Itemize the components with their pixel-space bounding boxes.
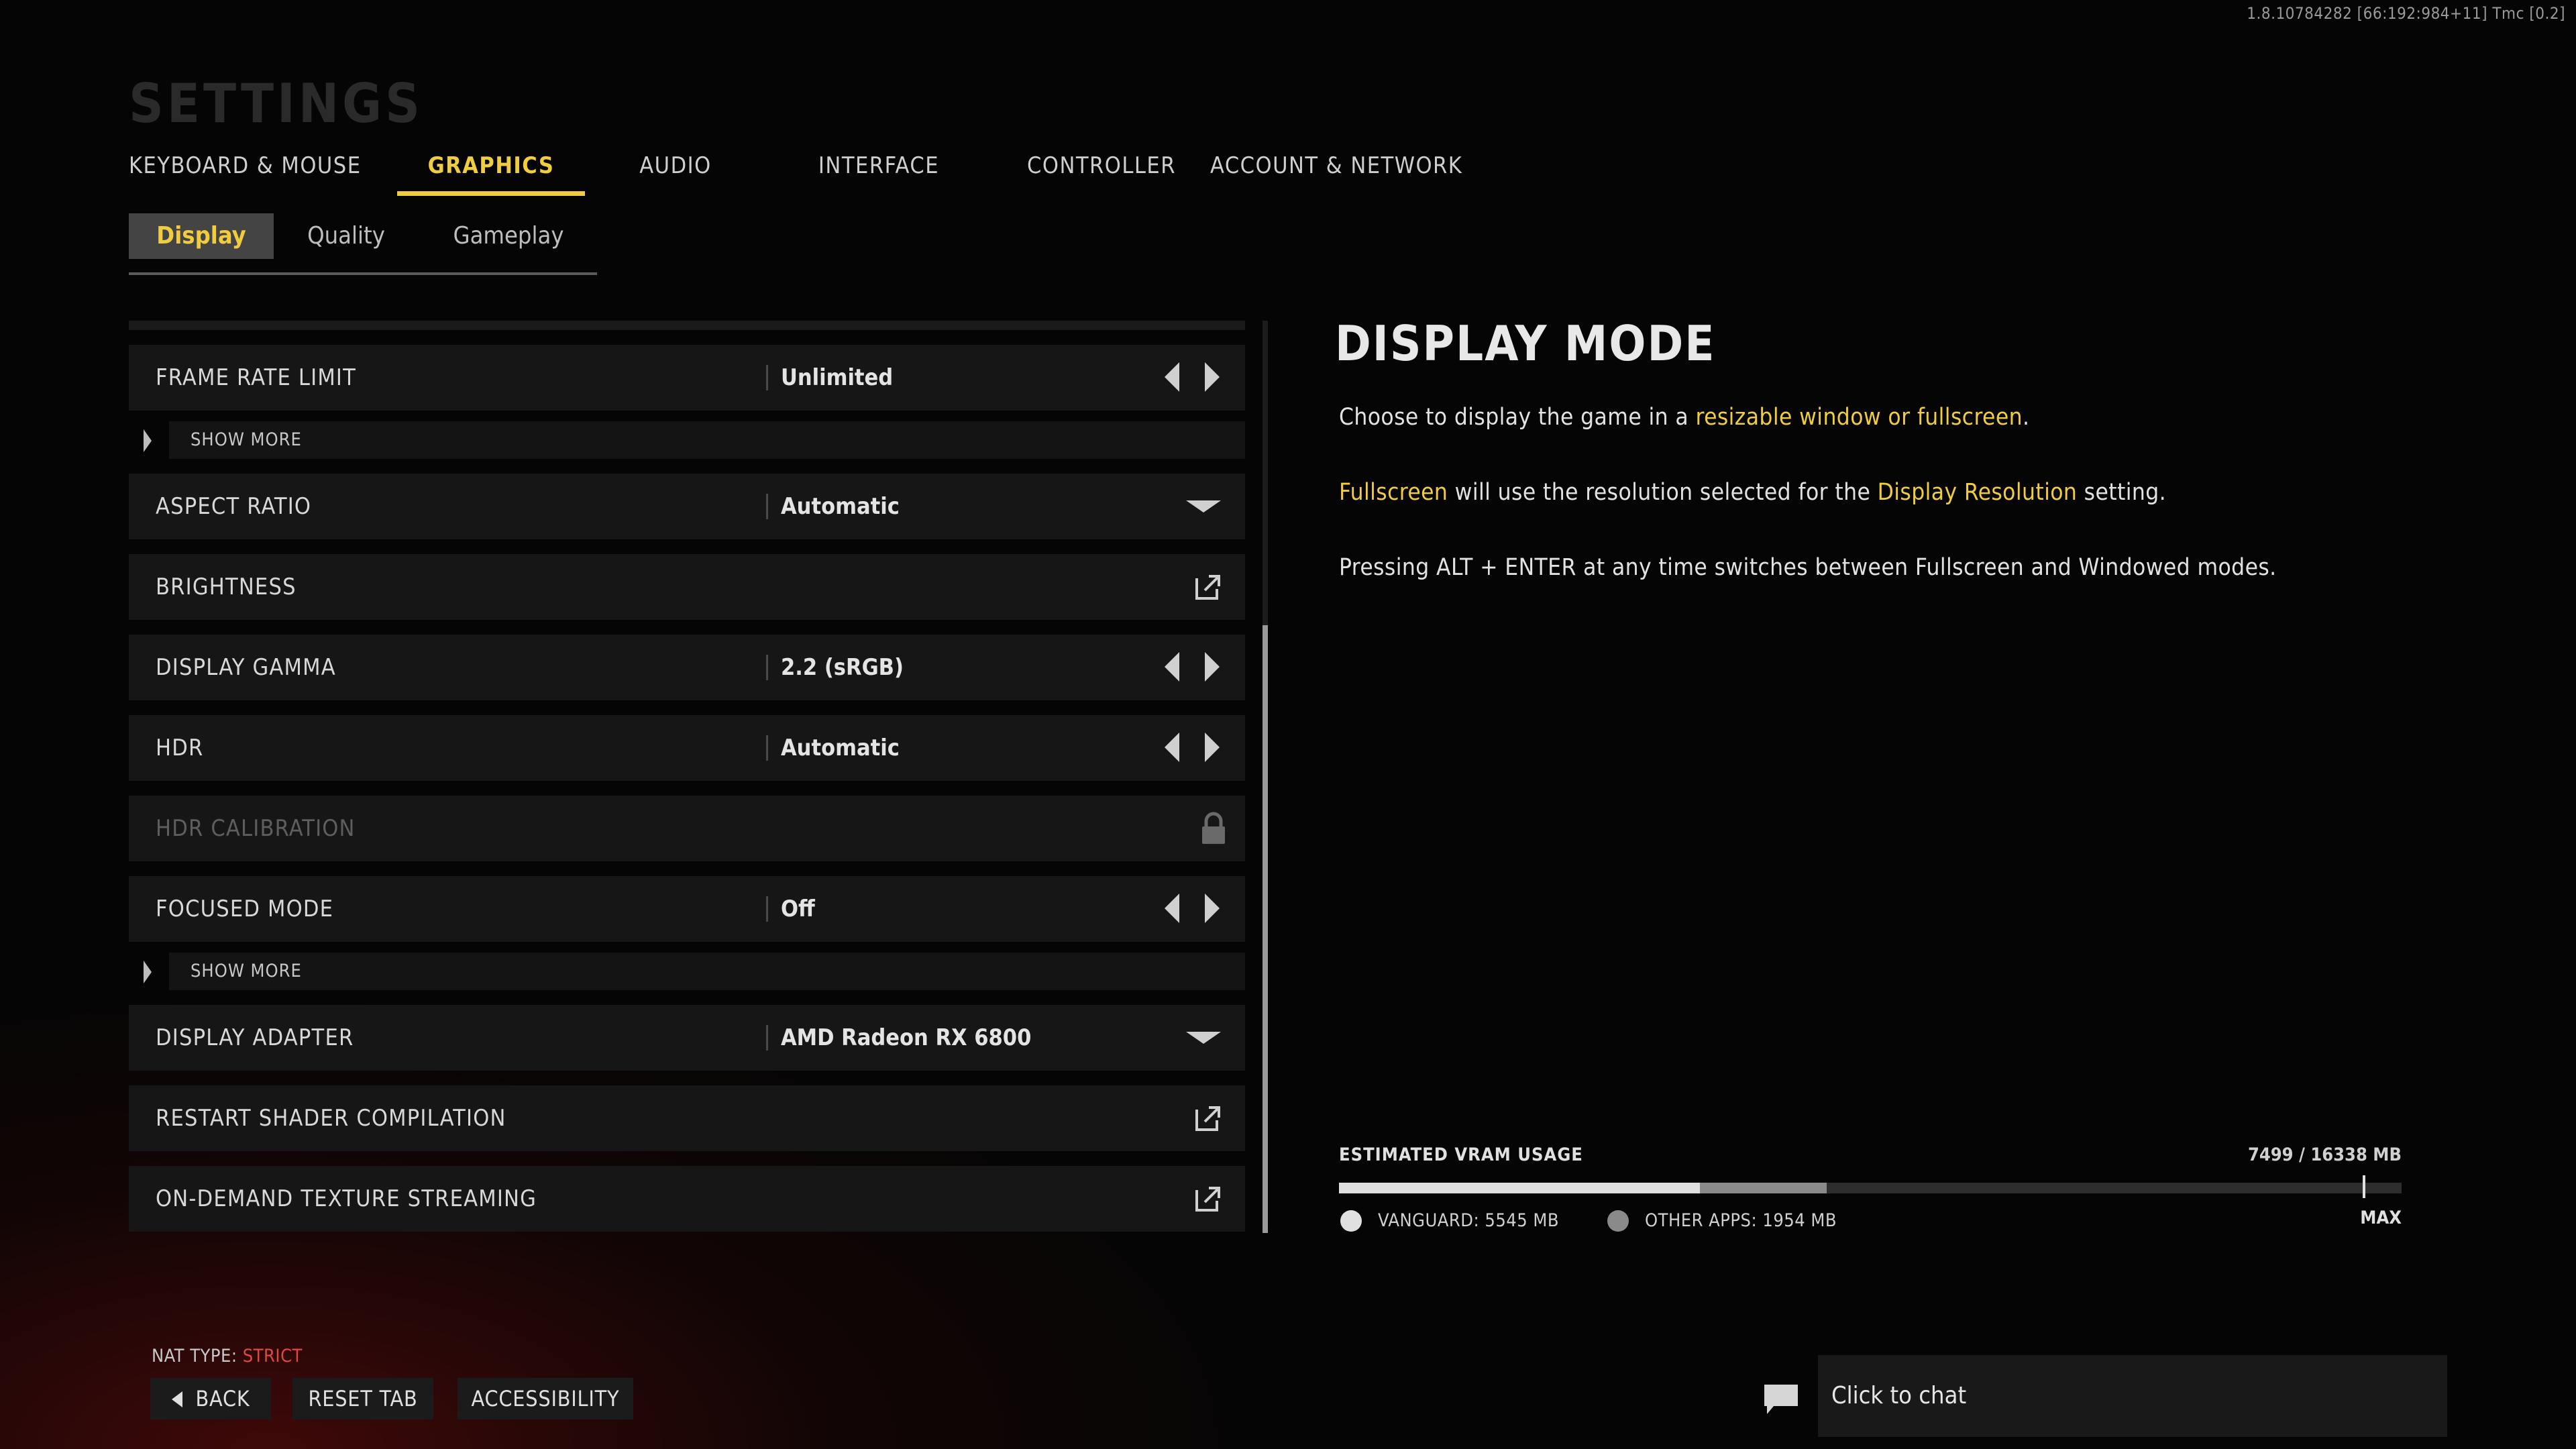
external-link-icon[interactable] — [1194, 1104, 1222, 1132]
chevron-left-icon[interactable] — [1165, 894, 1179, 923]
external-link-icon[interactable] — [1194, 1185, 1222, 1213]
setting-value: Automatic — [781, 735, 900, 761]
setting-label: DISPLAY GAMMA — [156, 654, 336, 681]
chat-placeholder: Click to chat — [1831, 1382, 1967, 1409]
setting-label: DISPLAY ADAPTER — [156, 1024, 354, 1051]
description-paragraph-2: Fullscreen will use the resolution selec… — [1339, 479, 2167, 506]
chevron-left-icon[interactable] — [1165, 733, 1179, 762]
tab-keyboard-mouse[interactable]: KEYBOARD & MOUSE — [129, 149, 360, 196]
accessibility-button[interactable]: ACCESSIBILITY — [458, 1378, 633, 1419]
description-paragraph-3: Pressing ALT + ENTER at any time switche… — [1339, 554, 2277, 581]
vanguard-legend-dot — [1340, 1210, 1362, 1232]
setting-hdr-calibration: HDR CALIBRATION — [129, 796, 1245, 861]
setting-label: BRIGHTNESS — [156, 574, 297, 600]
tab-account-network[interactable]: ACCOUNT & NETWORK — [1210, 149, 1462, 196]
sub-tabs: Display Quality Gameplay — [129, 213, 597, 275]
tab-graphics[interactable]: GRAPHICS — [397, 149, 585, 196]
vram-usage-bar — [1339, 1183, 2402, 1193]
setting-label: RESTART SHADER COMPILATION — [156, 1105, 506, 1132]
setting-value: AMD Radeon RX 6800 — [781, 1024, 1032, 1051]
back-arrow-icon — [172, 1391, 182, 1407]
setting-on-demand-texture-streaming[interactable]: ON-DEMAND TEXTURE STREAMING — [129, 1166, 1245, 1232]
setting-label: ON-DEMAND TEXTURE STREAMING — [156, 1185, 537, 1212]
setting-hdr[interactable]: HDR Automatic — [129, 715, 1245, 781]
subtab-gameplay[interactable]: Gameplay — [429, 213, 588, 259]
back-button[interactable]: BACK — [150, 1378, 271, 1419]
chevron-right-icon[interactable] — [1205, 733, 1220, 762]
vram-max-marker — [2363, 1175, 2365, 1198]
divider — [766, 655, 768, 680]
description-title: DISPLAY MODE — [1335, 315, 1716, 372]
main-tabs: KEYBOARD & MOUSE GRAPHICS AUDIO INTERFAC… — [129, 149, 1470, 196]
chat-input-box[interactable]: Click to chat — [1818, 1355, 2447, 1437]
vram-usage-value: 7499 / 16338 MB — [2247, 1144, 2402, 1165]
nat-type-value: STRICT — [242, 1346, 303, 1366]
lock-icon — [1202, 812, 1225, 844]
setting-value: 2.2 (sRGB) — [781, 654, 904, 681]
reset-tab-button[interactable]: RESET TAB — [292, 1378, 433, 1419]
chevron-right-icon[interactable] — [1205, 894, 1220, 923]
list-top-edge — [129, 321, 1245, 330]
show-more-toggle[interactable]: SHOW MORE — [129, 421, 1245, 459]
setting-aspect-ratio[interactable]: ASPECT RATIO Automatic — [129, 474, 1245, 539]
vanguard-legend-label: VANGUARD: 5545 MB — [1378, 1210, 1560, 1231]
show-more-label: SHOW MORE — [191, 961, 302, 981]
setting-label: FOCUSED MODE — [156, 896, 334, 922]
tab-interface[interactable]: INTERFACE — [800, 149, 958, 196]
divider — [766, 494, 768, 519]
page-title: SETTINGS — [129, 72, 423, 135]
expand-triangle-icon — [144, 961, 152, 983]
other-apps-legend-label: OTHER APPS: 1954 MB — [1645, 1210, 1837, 1231]
setting-value: Automatic — [781, 493, 900, 520]
divider — [766, 1025, 768, 1051]
chevron-right-icon[interactable] — [1205, 652, 1220, 682]
show-more-bar — [169, 421, 1245, 459]
tab-audio[interactable]: AUDIO — [619, 149, 733, 196]
highlight-text: Fullscreen — [1339, 479, 1448, 506]
description-paragraph-1: Choose to display the game in a resizabl… — [1339, 404, 2030, 431]
nat-type: NAT TYPE: STRICT — [152, 1346, 303, 1366]
dropdown-caret-icon[interactable] — [1186, 1032, 1221, 1044]
setting-restart-shader-compilation[interactable]: RESTART SHADER COMPILATION — [129, 1085, 1245, 1151]
setting-brightness[interactable]: BRIGHTNESS — [129, 554, 1245, 620]
show-more-toggle[interactable]: SHOW MORE — [129, 953, 1245, 990]
back-label: BACK — [195, 1386, 250, 1411]
vram-vanguard-fill — [1339, 1183, 1700, 1193]
build-info: 1.8.10784282 [66:192:984+11] Tmc [0.2] — [2247, 4, 2565, 23]
vram-max-label: MAX — [2360, 1208, 2402, 1228]
setting-value: Unlimited — [781, 364, 894, 391]
highlight-text: Display Resolution — [1877, 479, 2078, 506]
setting-label: HDR CALIBRATION — [156, 815, 356, 842]
show-more-label: SHOW MORE — [191, 429, 302, 450]
show-more-bar — [169, 953, 1245, 990]
subtab-quality[interactable]: Quality — [287, 213, 405, 259]
chevron-left-icon[interactable] — [1165, 362, 1179, 392]
dropdown-caret-icon[interactable] — [1186, 500, 1221, 513]
setting-focused-mode[interactable]: FOCUSED MODE Off — [129, 876, 1245, 942]
scrollbar-thumb[interactable] — [1263, 625, 1268, 1233]
setting-display-adapter[interactable]: DISPLAY ADAPTER AMD Radeon RX 6800 — [129, 1005, 1245, 1071]
divider — [766, 896, 768, 922]
setting-value: Off — [781, 896, 815, 922]
subtab-display[interactable]: Display — [129, 213, 274, 259]
chevron-right-icon[interactable] — [1205, 362, 1220, 392]
vram-other-fill — [1699, 1183, 1827, 1193]
divider — [766, 365, 768, 390]
chat-icon[interactable] — [1763, 1383, 1799, 1415]
setting-label: ASPECT RATIO — [156, 493, 312, 520]
setting-display-gamma[interactable]: DISPLAY GAMMA 2.2 (sRGB) — [129, 635, 1245, 700]
expand-triangle-icon — [144, 429, 152, 452]
highlight-text: resizable window or fullscreen — [1695, 404, 2023, 431]
tab-controller[interactable]: CONTROLLER — [1006, 149, 1197, 196]
other-apps-legend-dot — [1607, 1210, 1629, 1232]
chevron-left-icon[interactable] — [1165, 652, 1179, 682]
external-link-icon[interactable] — [1194, 573, 1222, 601]
setting-frame-rate-limit[interactable]: FRAME RATE LIMIT Unlimited — [129, 345, 1245, 411]
vram-label: ESTIMATED VRAM USAGE — [1339, 1144, 1583, 1165]
setting-label: HDR — [156, 735, 204, 761]
divider — [766, 735, 768, 761]
setting-label: FRAME RATE LIMIT — [156, 364, 357, 391]
